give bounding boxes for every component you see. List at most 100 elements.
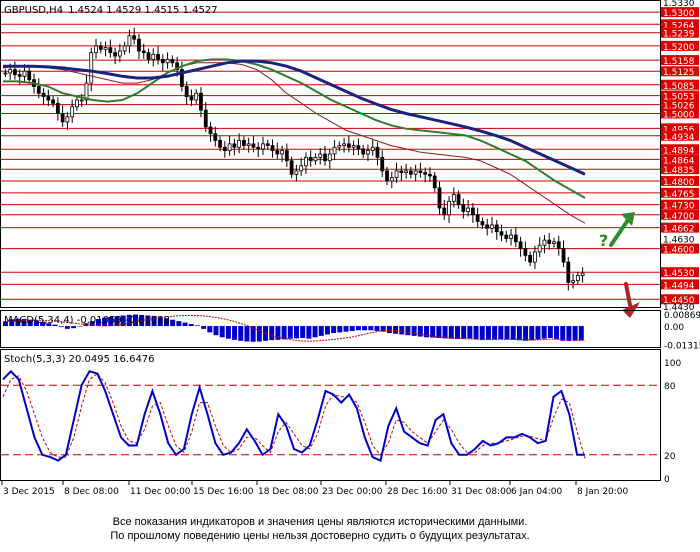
candle-body	[509, 234, 513, 239]
candle-body	[79, 99, 84, 102]
macd-bar	[232, 326, 238, 340]
candle-body	[485, 224, 490, 229]
candle-body	[432, 175, 437, 189]
macd-bar	[64, 326, 70, 329]
candle-body	[246, 143, 251, 146]
time-label: 11 Dec 00:00	[130, 487, 191, 497]
candle-body	[537, 244, 542, 253]
macd-bar	[566, 326, 572, 341]
macd-bar	[560, 326, 566, 341]
candle-body	[394, 170, 399, 179]
macd-bar	[263, 326, 269, 341]
candle-body	[513, 234, 518, 243]
price-label: 1.4600	[663, 246, 695, 256]
candle-body	[304, 156, 308, 167]
macd-bar	[318, 326, 324, 336]
candle-body	[575, 275, 580, 282]
candle-body	[27, 70, 32, 81]
candle-body	[70, 106, 75, 118]
candle-body	[404, 170, 409, 173]
candle-body	[242, 140, 246, 146]
macd-bar	[281, 326, 287, 340]
price-label: 1.5000	[663, 110, 695, 120]
macd-bar	[467, 326, 473, 339]
candle-body	[332, 146, 337, 155]
candle-body	[442, 207, 447, 216]
macd-bar	[461, 326, 467, 339]
macd-bar	[269, 326, 275, 341]
candle-body	[75, 99, 79, 108]
macd-bar	[71, 326, 77, 329]
candle-body	[466, 207, 471, 212]
candle-body	[270, 145, 275, 152]
macd-bar	[405, 326, 411, 336]
candle-body	[437, 187, 442, 209]
macd-bar	[194, 325, 200, 327]
candle-body	[98, 45, 103, 50]
macd-bar	[399, 326, 405, 335]
macd-bar	[182, 322, 188, 327]
candle-body	[194, 92, 199, 101]
time-label: 18 Dec 08:00	[258, 487, 319, 497]
macd-bar	[77, 326, 83, 327]
macd-tick-label: -0.01315	[664, 342, 700, 352]
candle-body	[342, 143, 346, 146]
candle-body	[447, 200, 451, 216]
candle-body	[566, 261, 571, 283]
macd-bar	[473, 326, 479, 340]
candle-body	[542, 239, 547, 246]
candle-body	[251, 143, 256, 148]
candle-body	[571, 280, 575, 283]
time-label: 3 Dec 2015	[3, 487, 55, 497]
candle-body	[36, 86, 41, 94]
candle-body	[41, 92, 46, 97]
candle-body	[218, 140, 222, 148]
candle-body	[222, 146, 227, 152]
candle-body	[475, 214, 480, 222]
candle-body	[528, 254, 533, 263]
candle-body	[533, 251, 537, 263]
candle-body	[46, 96, 51, 101]
macd-bar	[529, 326, 535, 341]
macd-bar	[386, 326, 392, 334]
macd-tick-label: 0.00	[664, 323, 684, 333]
macd-bar	[324, 326, 330, 335]
candle-body	[108, 47, 113, 54]
candle-body	[256, 146, 261, 150]
macd-bar	[170, 319, 176, 327]
price-label: 1.4800	[663, 178, 695, 188]
candle-body	[470, 207, 475, 216]
candle-body	[351, 145, 356, 148]
macd-bar	[547, 326, 553, 338]
price-label: 1.4765	[663, 190, 695, 200]
candle-body	[203, 109, 208, 128]
macd-bar	[492, 326, 498, 340]
macd-bar	[294, 326, 299, 339]
macd-bar	[554, 326, 560, 340]
macd-tick-label: 0.00869	[664, 311, 700, 321]
stoch-tick-label: 100	[664, 359, 681, 369]
candle-body	[299, 165, 304, 172]
time-label: 8 Jan 20:00	[577, 487, 629, 497]
candle-body	[413, 170, 418, 175]
candle-body	[456, 194, 461, 206]
candle-body	[289, 160, 294, 175]
macd-bar	[355, 326, 361, 331]
candle-body	[385, 170, 389, 182]
candle-body	[399, 170, 404, 173]
candle-body	[518, 241, 523, 249]
candle-body	[284, 150, 289, 162]
stoch-tick-label: 20	[664, 452, 676, 462]
candle-body	[8, 69, 13, 74]
macd-bar	[343, 326, 349, 332]
price-label: 1.5300	[663, 9, 695, 19]
candle-body	[170, 59, 175, 64]
macd-bar	[485, 326, 491, 340]
candle-body	[146, 52, 151, 60]
candle-body	[65, 116, 70, 123]
macd-bar	[207, 326, 213, 333]
candle-body	[490, 224, 494, 229]
candle-body	[504, 234, 509, 239]
candle-body	[275, 150, 280, 155]
candle-body	[389, 177, 394, 182]
